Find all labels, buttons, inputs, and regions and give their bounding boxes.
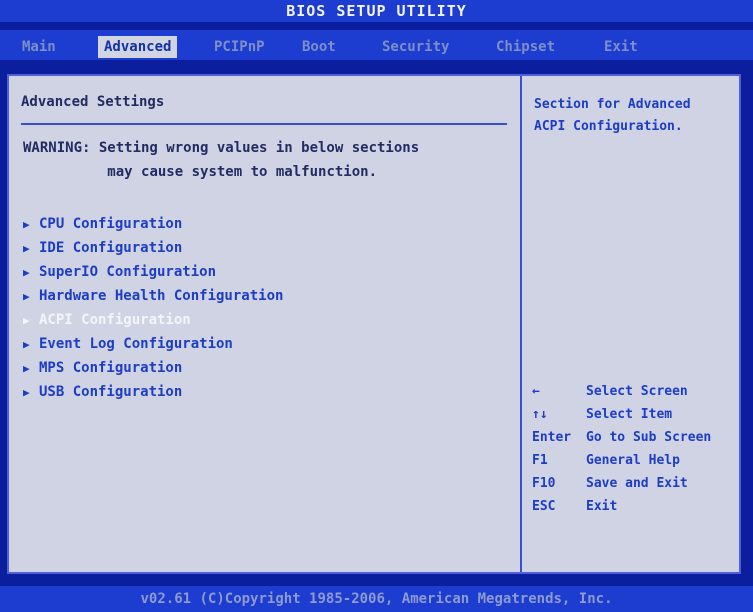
- menu-item-acpi-configuration[interactable]: ▶ ACPI Configuration: [23, 308, 283, 332]
- tab-chipset[interactable]: Chipset: [490, 36, 561, 58]
- triangle-right-icon: ▶: [23, 362, 30, 375]
- help-text: Section for Advanced ACPI Configuration.: [534, 94, 691, 138]
- triangle-right-icon: ▶: [23, 338, 30, 351]
- help-pane: Section for Advanced ACPI Configuration.…: [522, 76, 741, 572]
- tab-bar: Main Advanced PCIPnP Boot Security Chips…: [0, 30, 753, 60]
- page-title: Advanced Settings: [21, 94, 165, 110]
- left-arrow-key: ←: [532, 384, 540, 399]
- menu-item-event-log-configuration[interactable]: ▶ Event Log Configuration: [23, 332, 283, 356]
- triangle-right-icon: ▶: [23, 242, 30, 255]
- f1-key: F1: [532, 453, 548, 468]
- title-bar: BIOS SETUP UTILITY: [0, 0, 753, 22]
- menu-item-hardware-health-configuration[interactable]: ▶ Hardware Health Configuration: [23, 284, 283, 308]
- settings-pane: Advanced Settings WARNING: Setting wrong…: [9, 76, 520, 572]
- esc-key: ESC: [532, 499, 556, 514]
- triangle-right-icon: ▶: [23, 266, 30, 279]
- help-text-line1: Section for Advanced: [534, 97, 691, 112]
- f10-key: F10: [532, 476, 556, 491]
- copyright-footer: v02.61 (C)Copyright 1985-2006, American …: [0, 586, 753, 612]
- menu-item-mps-configuration[interactable]: ▶ MPS Configuration: [23, 356, 283, 380]
- triangle-right-icon: ▶: [23, 314, 30, 327]
- tab-pcipnp[interactable]: PCIPnP: [208, 36, 271, 58]
- menu-item-ide-configuration[interactable]: ▶ IDE Configuration: [23, 236, 283, 260]
- help-text-line2: ACPI Configuration.: [534, 119, 683, 134]
- tab-advanced[interactable]: Advanced: [98, 36, 178, 58]
- menu-item-usb-configuration[interactable]: ▶ USB Configuration: [23, 380, 283, 404]
- key-legend: ← Select Screen ↑↓ Select Item Enter Go to …: [532, 380, 711, 518]
- enter-key: Enter: [532, 430, 572, 445]
- key-legend-row: ESC Exit: [532, 495, 711, 518]
- menu-item-cpu-configuration[interactable]: ▶ CPU Configuration: [23, 212, 283, 236]
- up-down-arrow-key: ↑↓: [532, 407, 548, 422]
- key-legend-row: ↑↓ Select Item: [532, 403, 711, 426]
- triangle-right-icon: ▶: [23, 386, 30, 399]
- main-frame: Advanced Settings WARNING: Setting wrong…: [7, 74, 741, 574]
- triangle-right-icon: ▶: [23, 290, 30, 303]
- key-legend-row: F10 Save and Exit: [532, 472, 711, 495]
- tab-main[interactable]: Main: [16, 36, 62, 58]
- tab-exit[interactable]: Exit: [598, 36, 644, 58]
- warning-text-line2: may cause system to malfunction.: [107, 164, 378, 180]
- warning-text-line1: WARNING: Setting wrong values in below s…: [23, 140, 420, 156]
- key-legend-row: Enter Go to Sub Screen: [532, 426, 711, 449]
- triangle-right-icon: ▶: [23, 218, 30, 231]
- heading-divider: [21, 123, 507, 125]
- submenu-list: ▶ CPU Configuration ▶ IDE Configuration ▶ S…: [23, 212, 283, 404]
- menu-item-superio-configuration[interactable]: ▶ SuperIO Configuration: [23, 260, 283, 284]
- key-legend-row: F1 General Help: [532, 449, 711, 472]
- bios-screen: BIOS SETUP UTILITY Main Advanced PCIPnP …: [0, 0, 753, 612]
- tab-security[interactable]: Security: [376, 36, 455, 58]
- tab-boot[interactable]: Boot: [296, 36, 342, 58]
- key-legend-row: ← Select Screen: [532, 380, 711, 403]
